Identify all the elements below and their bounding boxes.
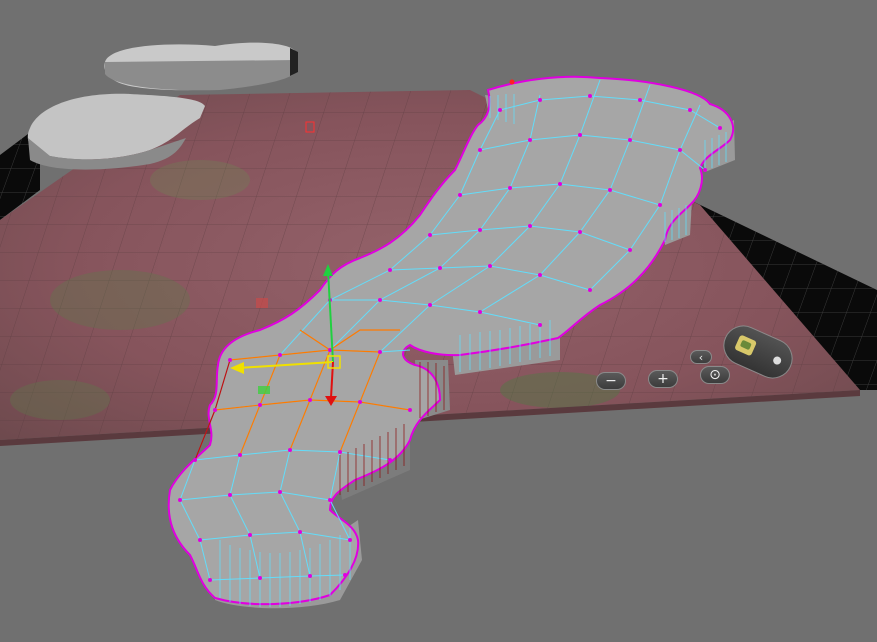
rotate-view-button[interactable]: ‹ xyxy=(690,350,712,364)
3d-viewport[interactable] xyxy=(0,0,877,642)
reset-view-button[interactable]: ⊙ xyxy=(700,366,730,384)
map-icon xyxy=(734,334,758,357)
zoom-out-button[interactable]: − xyxy=(596,372,626,390)
pivot-marker xyxy=(509,79,515,85)
dot-icon xyxy=(771,355,783,366)
origin-marker xyxy=(256,298,268,308)
zoom-in-button[interactable]: + xyxy=(648,370,678,388)
